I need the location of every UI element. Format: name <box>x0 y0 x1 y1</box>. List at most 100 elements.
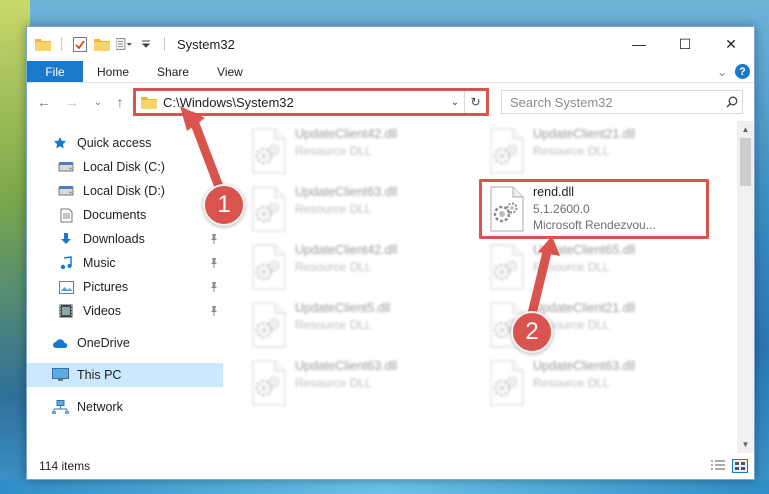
sidebar-item-videos[interactable]: Videos <box>27 299 223 323</box>
music-icon <box>57 255 75 271</box>
videos-icon <box>57 303 75 319</box>
file-name: UpdateClient63.dll <box>533 359 636 373</box>
dll-file-icon <box>249 186 287 232</box>
dll-file-icon <box>249 244 287 290</box>
address-text[interactable]: C:\Windows\System32 <box>163 95 446 110</box>
sidebar-item-onedrive[interactable]: OneDrive <box>27 331 223 355</box>
file-description: Resource DLL <box>295 318 372 332</box>
minimize-button[interactable]: — <box>616 27 662 61</box>
item-count: 114 items <box>39 459 91 473</box>
vertical-scrollbar[interactable]: ▲ ▼ <box>737 121 754 453</box>
status-bar: 114 items <box>27 453 754 479</box>
file-info: UpdateClient65.dll Resource DLL <box>533 241 635 274</box>
quick-access-toolbar <box>27 36 169 52</box>
file-info: UpdateClient63.dll Resource DLL <box>295 183 397 216</box>
sidebar-item-this-pc[interactable]: This PC <box>27 363 223 387</box>
sidebar-item-music[interactable]: Music <box>27 251 223 275</box>
file-info: UpdateClient63.dll Resource DLL <box>533 357 635 390</box>
file-item[interactable]: UpdateClient21.dll Resource DLL <box>487 125 717 181</box>
download-icon <box>57 231 75 247</box>
sidebar-item-downloads[interactable]: Downloads <box>27 227 223 251</box>
file-description: Microsoft Rendezvou... <box>533 218 656 232</box>
large-icons-view-icon[interactable] <box>732 459 748 473</box>
file-description: Resource DLL <box>533 144 610 158</box>
sidebar-item-local-disk-c[interactable]: Local Disk (C:) <box>27 155 223 179</box>
drive-icon <box>57 183 75 199</box>
customize-toolbar-icon[interactable] <box>116 36 132 52</box>
sidebar-item-quick-access[interactable]: Quick access <box>27 131 223 155</box>
address-bar[interactable]: C:\Windows\System32 ⌄ ↻ <box>135 90 487 114</box>
folder-icon <box>35 36 51 52</box>
file-info: rend.dll 5.1.2600.0 Microsoft Rendezvou... <box>533 183 656 232</box>
properties-icon[interactable] <box>72 36 88 52</box>
file-name: rend.dll <box>533 185 574 199</box>
back-button[interactable]: ← <box>33 91 55 113</box>
sidebar-item-label: OneDrive <box>77 336 130 350</box>
sidebar-item-network[interactable]: Network <box>27 395 223 419</box>
sidebar-item-documents[interactable]: Documents <box>27 203 223 227</box>
dropdown-arrow-icon[interactable] <box>138 36 154 52</box>
dll-file-icon <box>487 360 525 406</box>
file-item[interactable]: UpdateClient63.dll Resource DLL <box>487 357 717 413</box>
window-title: System32 <box>177 36 235 52</box>
pictures-icon <box>57 279 75 295</box>
computer-icon <box>51 367 69 383</box>
search-input[interactable]: Search System32 <box>510 95 722 110</box>
file-description: Resource DLL <box>295 202 372 216</box>
file-item[interactable]: UpdateClient65.dll Resource DLL <box>487 241 717 297</box>
cloud-icon <box>51 335 69 351</box>
file-item[interactable]: UpdateClient42.dll Resource DLL <box>249 241 479 297</box>
file-info: UpdateClient42.dll Resource DLL <box>295 241 397 274</box>
dll-file-icon <box>249 128 287 174</box>
sidebar-item-label: Local Disk (C:) <box>83 160 165 174</box>
search-icon[interactable] <box>722 96 742 108</box>
file-item[interactable]: UpdateClient63.dll Resource DLL <box>249 357 479 413</box>
address-dropdown-button[interactable]: ⌄ <box>446 97 464 108</box>
ribbon-right-controls: ⌄ ? <box>717 64 750 79</box>
tab-file[interactable]: File <box>27 61 83 82</box>
sidebar-item-pictures[interactable]: Pictures <box>27 275 223 299</box>
view-switcher <box>710 459 748 473</box>
help-icon[interactable]: ? <box>735 64 750 79</box>
forward-button[interactable]: → <box>61 91 83 113</box>
explorer-window: System32 — ☐ ✕ File Home Share View ⌄ ? … <box>26 26 755 480</box>
file-name: UpdateClient5.dll <box>295 301 391 315</box>
file-name: UpdateClient63.dll <box>295 359 398 373</box>
scroll-up-button[interactable]: ▲ <box>737 121 754 138</box>
tab-view[interactable]: View <box>203 61 257 82</box>
close-button[interactable]: ✕ <box>708 27 754 61</box>
sidebar-item-local-disk-d[interactable]: Local Disk (D:) <box>27 179 223 203</box>
file-list: ▲ ▼ UpdateClient42.dll Resource DLL Update… <box>223 121 754 453</box>
file-name: UpdateClient42.dll <box>295 243 398 257</box>
dll-file-icon <box>487 186 525 232</box>
dll-file-icon <box>249 360 287 406</box>
divider <box>164 37 165 51</box>
up-button[interactable]: ↑ <box>109 91 131 113</box>
details-view-icon[interactable] <box>710 459 726 473</box>
new-folder-icon[interactable] <box>94 36 110 52</box>
tab-share[interactable]: Share <box>143 61 203 82</box>
sidebar-item-label: Pictures <box>83 280 129 294</box>
file-item[interactable]: UpdateClient5.dll Resource DLL <box>249 299 479 355</box>
refresh-button[interactable]: ↻ <box>464 91 486 113</box>
expand-ribbon-icon[interactable]: ⌄ <box>717 65 727 79</box>
ribbon-tabs: File Home Share View ⌄ ? <box>27 61 754 83</box>
dll-file-icon <box>487 128 525 174</box>
file-item[interactable]: UpdateClient63.dll Resource DLL <box>249 183 479 239</box>
step-2-marker: 2 <box>511 311 553 353</box>
scroll-thumb[interactable] <box>740 138 751 186</box>
file-item-rend-dll[interactable]: rend.dll 5.1.2600.0 Microsoft Rendezvou... <box>487 183 717 239</box>
tab-home[interactable]: Home <box>83 61 143 82</box>
title-bar: System32 — ☐ ✕ <box>27 27 754 61</box>
navigation-bar: ← → ⌄ ↑ C:\Windows\System32 ⌄ ↻ Search S… <box>27 83 754 121</box>
file-name: UpdateClient21.dll <box>533 301 636 315</box>
recent-locations-button[interactable]: ⌄ <box>87 91 109 113</box>
file-description: Resource DLL <box>295 376 372 390</box>
file-name: UpdateClient63.dll <box>295 185 398 199</box>
search-field[interactable]: Search System32 <box>501 90 743 114</box>
scroll-down-button[interactable]: ▼ <box>737 436 754 453</box>
file-item[interactable]: UpdateClient42.dll Resource DLL <box>249 125 479 181</box>
maximize-button[interactable]: ☐ <box>662 27 708 61</box>
file-description: Resource DLL <box>533 376 610 390</box>
sidebar-item-label: Videos <box>83 304 121 318</box>
